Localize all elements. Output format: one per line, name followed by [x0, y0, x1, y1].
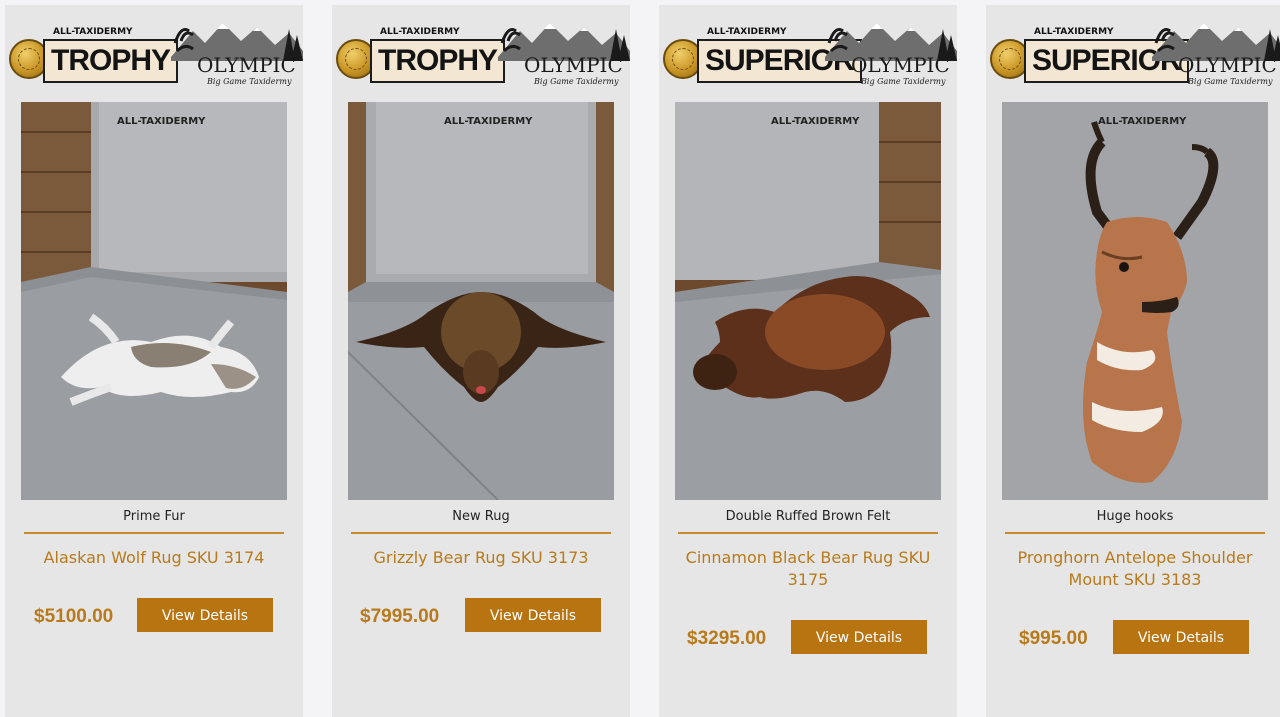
- partner-logo: OLYMPIC Big Game Taxidermy: [498, 21, 630, 93]
- photo-watermark: ALL-TAXIDERMY: [1098, 116, 1187, 127]
- product-title[interactable]: Pronghorn Antelope Shoulder Mount SKU 31…: [1000, 547, 1270, 591]
- product-price: $5100.00: [34, 606, 114, 627]
- partner-name: OLYMPIC: [851, 53, 950, 77]
- cinnamon-rug-image: [675, 102, 941, 500]
- product-feature: Double Ruffed Brown Felt: [725, 509, 891, 524]
- product-card[interactable]: ALL-TAXIDERMY TROPHY OLYMPIC Big Game Ta…: [332, 5, 630, 717]
- partner-logo: OLYMPIC Big Game Taxidermy: [171, 21, 303, 93]
- photo-watermark: ALL-TAXIDERMY: [117, 116, 206, 127]
- pronghorn-mount-image: [1002, 102, 1268, 500]
- product-price: $995.00: [1019, 628, 1088, 649]
- view-details-button[interactable]: View Details: [791, 620, 927, 654]
- brand-mark: ALL-TAXIDERMY: [1032, 27, 1116, 37]
- product-price: $3295.00: [687, 628, 767, 649]
- photo-watermark: ALL-TAXIDERMY: [444, 116, 533, 127]
- product-price: $7995.00: [360, 606, 440, 627]
- product-photo[interactable]: ALL-TAXIDERMY: [675, 102, 941, 500]
- photo-watermark: ALL-TAXIDERMY: [771, 116, 860, 127]
- product-title[interactable]: Alaskan Wolf Rug SKU 3174: [19, 547, 289, 569]
- partner-name: OLYMPIC: [1178, 53, 1277, 77]
- card-logos: ALL-TAXIDERMY TROPHY OLYMPIC Big Game Ta…: [332, 17, 630, 93]
- grizzly-rug-image: [348, 102, 614, 500]
- product-card[interactable]: ALL-TAXIDERMY SUPERIOR OLYMPIC Big Game …: [986, 5, 1280, 717]
- partner-logo: OLYMPIC Big Game Taxidermy: [1152, 21, 1280, 93]
- partner-logo: OLYMPIC Big Game Taxidermy: [825, 21, 957, 93]
- product-feature: Prime Fur: [123, 509, 185, 524]
- divider: [1005, 532, 1265, 534]
- partner-subtitle: Big Game Taxidermy: [861, 77, 946, 86]
- view-details-button[interactable]: View Details: [137, 598, 273, 632]
- product-photo[interactable]: ALL-TAXIDERMY: [1002, 102, 1268, 500]
- brand-badge: ALL-TAXIDERMY TROPHY: [370, 27, 506, 83]
- brand-badge: ALL-TAXIDERMY TROPHY: [43, 27, 179, 83]
- card-logos: ALL-TAXIDERMY SUPERIOR OLYMPIC Big Game …: [659, 17, 957, 93]
- brand-badge-text: TROPHY: [51, 44, 171, 77]
- partner-subtitle: Big Game Taxidermy: [1188, 77, 1273, 86]
- product-grid: ALL-TAXIDERMY TROPHY OLYMPIC Big Game Ta…: [0, 0, 1280, 717]
- product-feature: Huge hooks: [1096, 509, 1174, 524]
- view-details-button[interactable]: View Details: [465, 598, 601, 632]
- product-card[interactable]: ALL-TAXIDERMY TROPHY OLYMPIC Big Game Ta…: [5, 5, 303, 717]
- product-title[interactable]: Cinnamon Black Bear Rug SKU 3175: [673, 547, 943, 591]
- brand-mark: ALL-TAXIDERMY: [705, 27, 789, 37]
- brand-mark: ALL-TAXIDERMY: [378, 27, 462, 37]
- divider: [351, 532, 611, 534]
- brand-mark: ALL-TAXIDERMY: [51, 27, 135, 37]
- card-logos: ALL-TAXIDERMY SUPERIOR OLYMPIC Big Game …: [986, 17, 1280, 93]
- brand-badge-text: TROPHY: [378, 44, 498, 77]
- wolf-rug-image: [21, 102, 287, 500]
- partner-name: OLYMPIC: [197, 53, 296, 77]
- view-details-button[interactable]: View Details: [1113, 620, 1249, 654]
- product-card[interactable]: ALL-TAXIDERMY SUPERIOR OLYMPIC Big Game …: [659, 5, 957, 717]
- product-feature: New Rug: [452, 509, 510, 524]
- divider: [24, 532, 284, 534]
- product-photo[interactable]: ALL-TAXIDERMY: [21, 102, 287, 500]
- partner-subtitle: Big Game Taxidermy: [207, 77, 292, 86]
- product-photo[interactable]: ALL-TAXIDERMY: [348, 102, 614, 500]
- partner-subtitle: Big Game Taxidermy: [534, 77, 619, 86]
- partner-name: OLYMPIC: [524, 53, 623, 77]
- card-logos: ALL-TAXIDERMY TROPHY OLYMPIC Big Game Ta…: [5, 17, 303, 93]
- divider: [678, 532, 938, 534]
- product-title[interactable]: Grizzly Bear Rug SKU 3173: [346, 547, 616, 569]
